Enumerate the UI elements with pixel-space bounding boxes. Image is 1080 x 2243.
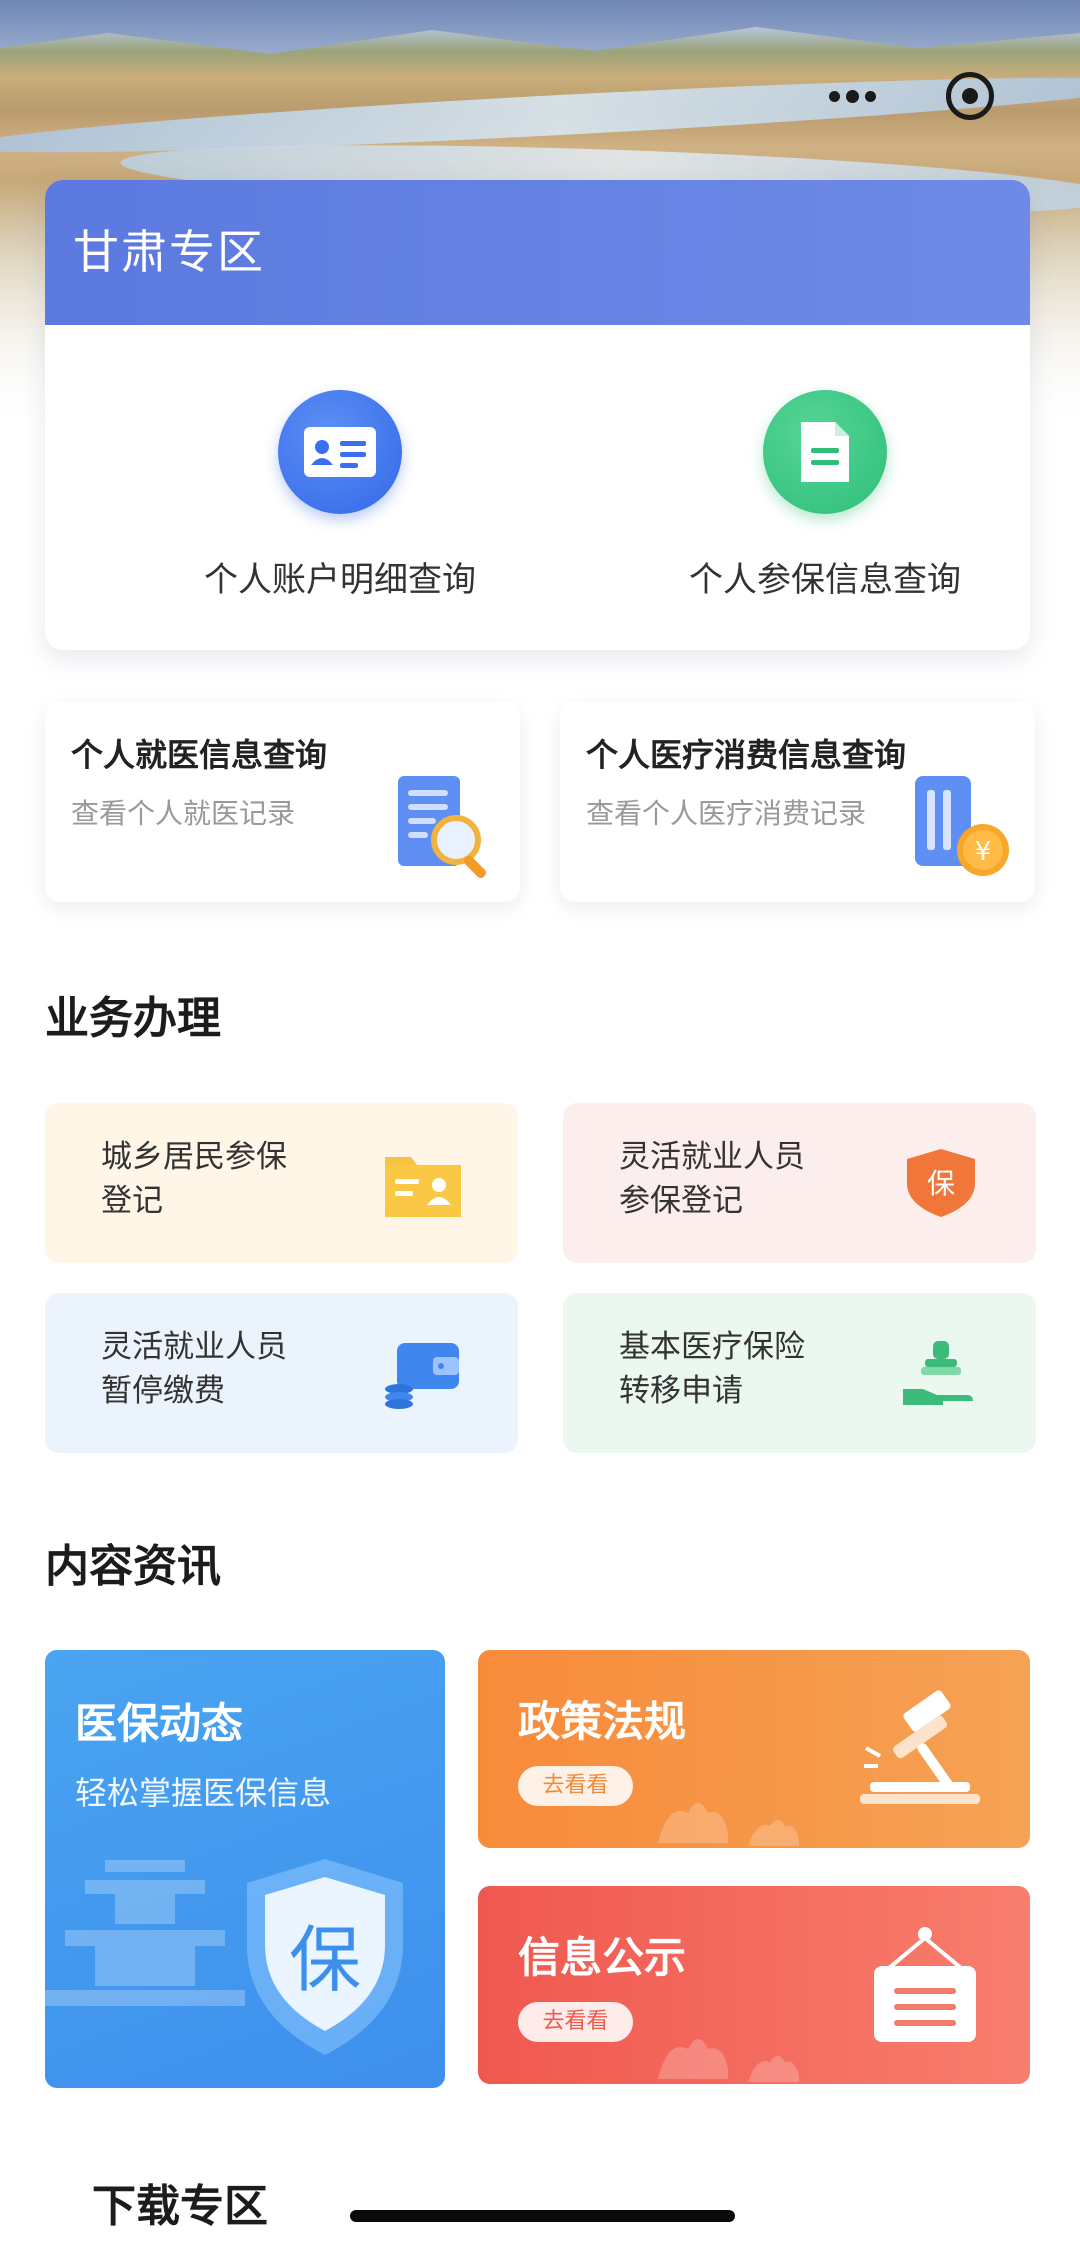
account-detail-query-button[interactable]: 个人账户明细查询 <box>140 390 540 601</box>
flexible-employment-suspend-button[interactable]: 灵活就业人员 暂停缴费 <box>45 1293 518 1453</box>
policy-regulations-title: 政策法规 <box>518 1697 687 1746</box>
document-icon <box>763 390 887 514</box>
svg-text:保: 保 <box>289 1918 361 2002</box>
magnifier-doc-icon <box>398 776 487 879</box>
wallet-coins-icon <box>385 1343 459 1409</box>
content-section-title: 内容资讯 <box>45 1541 221 1592</box>
flexible-employment-registration-button[interactable]: 灵活就业人员 参保登记 保 <box>563 1103 1036 1263</box>
information-disclosure-title: 信息公示 <box>518 1933 687 1982</box>
medical-insurance-news-card[interactable]: 医保动态 轻松掌握医保信息 保 <box>45 1650 445 2088</box>
home-indicator[interactable] <box>350 2210 735 2222</box>
more-options-icon[interactable] <box>822 78 882 114</box>
svg-text:¥: ¥ <box>975 837 992 867</box>
medical-expense-query-card[interactable]: 个人医疗消费信息查询 查看个人医疗消费记录 ¥ <box>560 702 1035 902</box>
gansu-zone-card: 甘肃专区 个人账户明细查询 个人参保信息查询 <box>45 180 1030 650</box>
insurance-info-query-label: 个人参保信息查询 <box>689 560 961 600</box>
medical-insurance-news-title: 医保动态 <box>75 1699 244 1748</box>
download-section-title: 下载专区 <box>92 2181 268 2232</box>
insurance-transfer-button[interactable]: 基本医疗保险 转移申请 <box>563 1293 1036 1453</box>
shield-bao-icon: 保 <box>907 1149 975 1217</box>
disclosure-view-button[interactable]: 去看看 <box>518 2002 633 2042</box>
mountain-silhouette <box>0 0 1080 54</box>
camel-decoration <box>658 1803 799 1846</box>
policy-regulations-card[interactable]: 政策法规 去看看 <box>478 1650 1030 1848</box>
urban-rural-registration-button[interactable]: 城乡居民参保 登记 <box>45 1103 518 1263</box>
account-detail-query-label: 个人账户明细查询 <box>204 560 476 600</box>
id-card-icon <box>278 390 402 514</box>
svg-text:保: 保 <box>927 1167 955 1200</box>
shield-bao-icon: 保 <box>247 1859 403 2055</box>
close-miniprogram-icon[interactable] <box>946 72 994 120</box>
folder-person-icon <box>385 1157 461 1217</box>
medical-insurance-news-subtitle: 轻松掌握医保信息 <box>75 1774 332 1812</box>
business-section-title: 业务办理 <box>45 993 221 1044</box>
camel-decoration <box>658 2039 799 2082</box>
insurance-info-query-button[interactable]: 个人参保信息查询 <box>625 390 1025 601</box>
information-disclosure-card[interactable]: 信息公示 去看看 <box>478 1886 1030 2084</box>
hand-stamp-icon <box>903 1341 973 1405</box>
temple-decoration <box>45 1860 245 2006</box>
gavel-icon <box>860 1690 980 1804</box>
yuan-card-icon: ¥ <box>915 776 1009 876</box>
medical-visit-query-card[interactable]: 个人就医信息查询 查看个人就医记录 <box>45 702 520 902</box>
notice-board-icon <box>874 1927 976 2042</box>
gansu-zone-title: 甘肃专区 <box>45 180 1030 325</box>
policy-view-button[interactable]: 去看看 <box>518 1766 633 1806</box>
